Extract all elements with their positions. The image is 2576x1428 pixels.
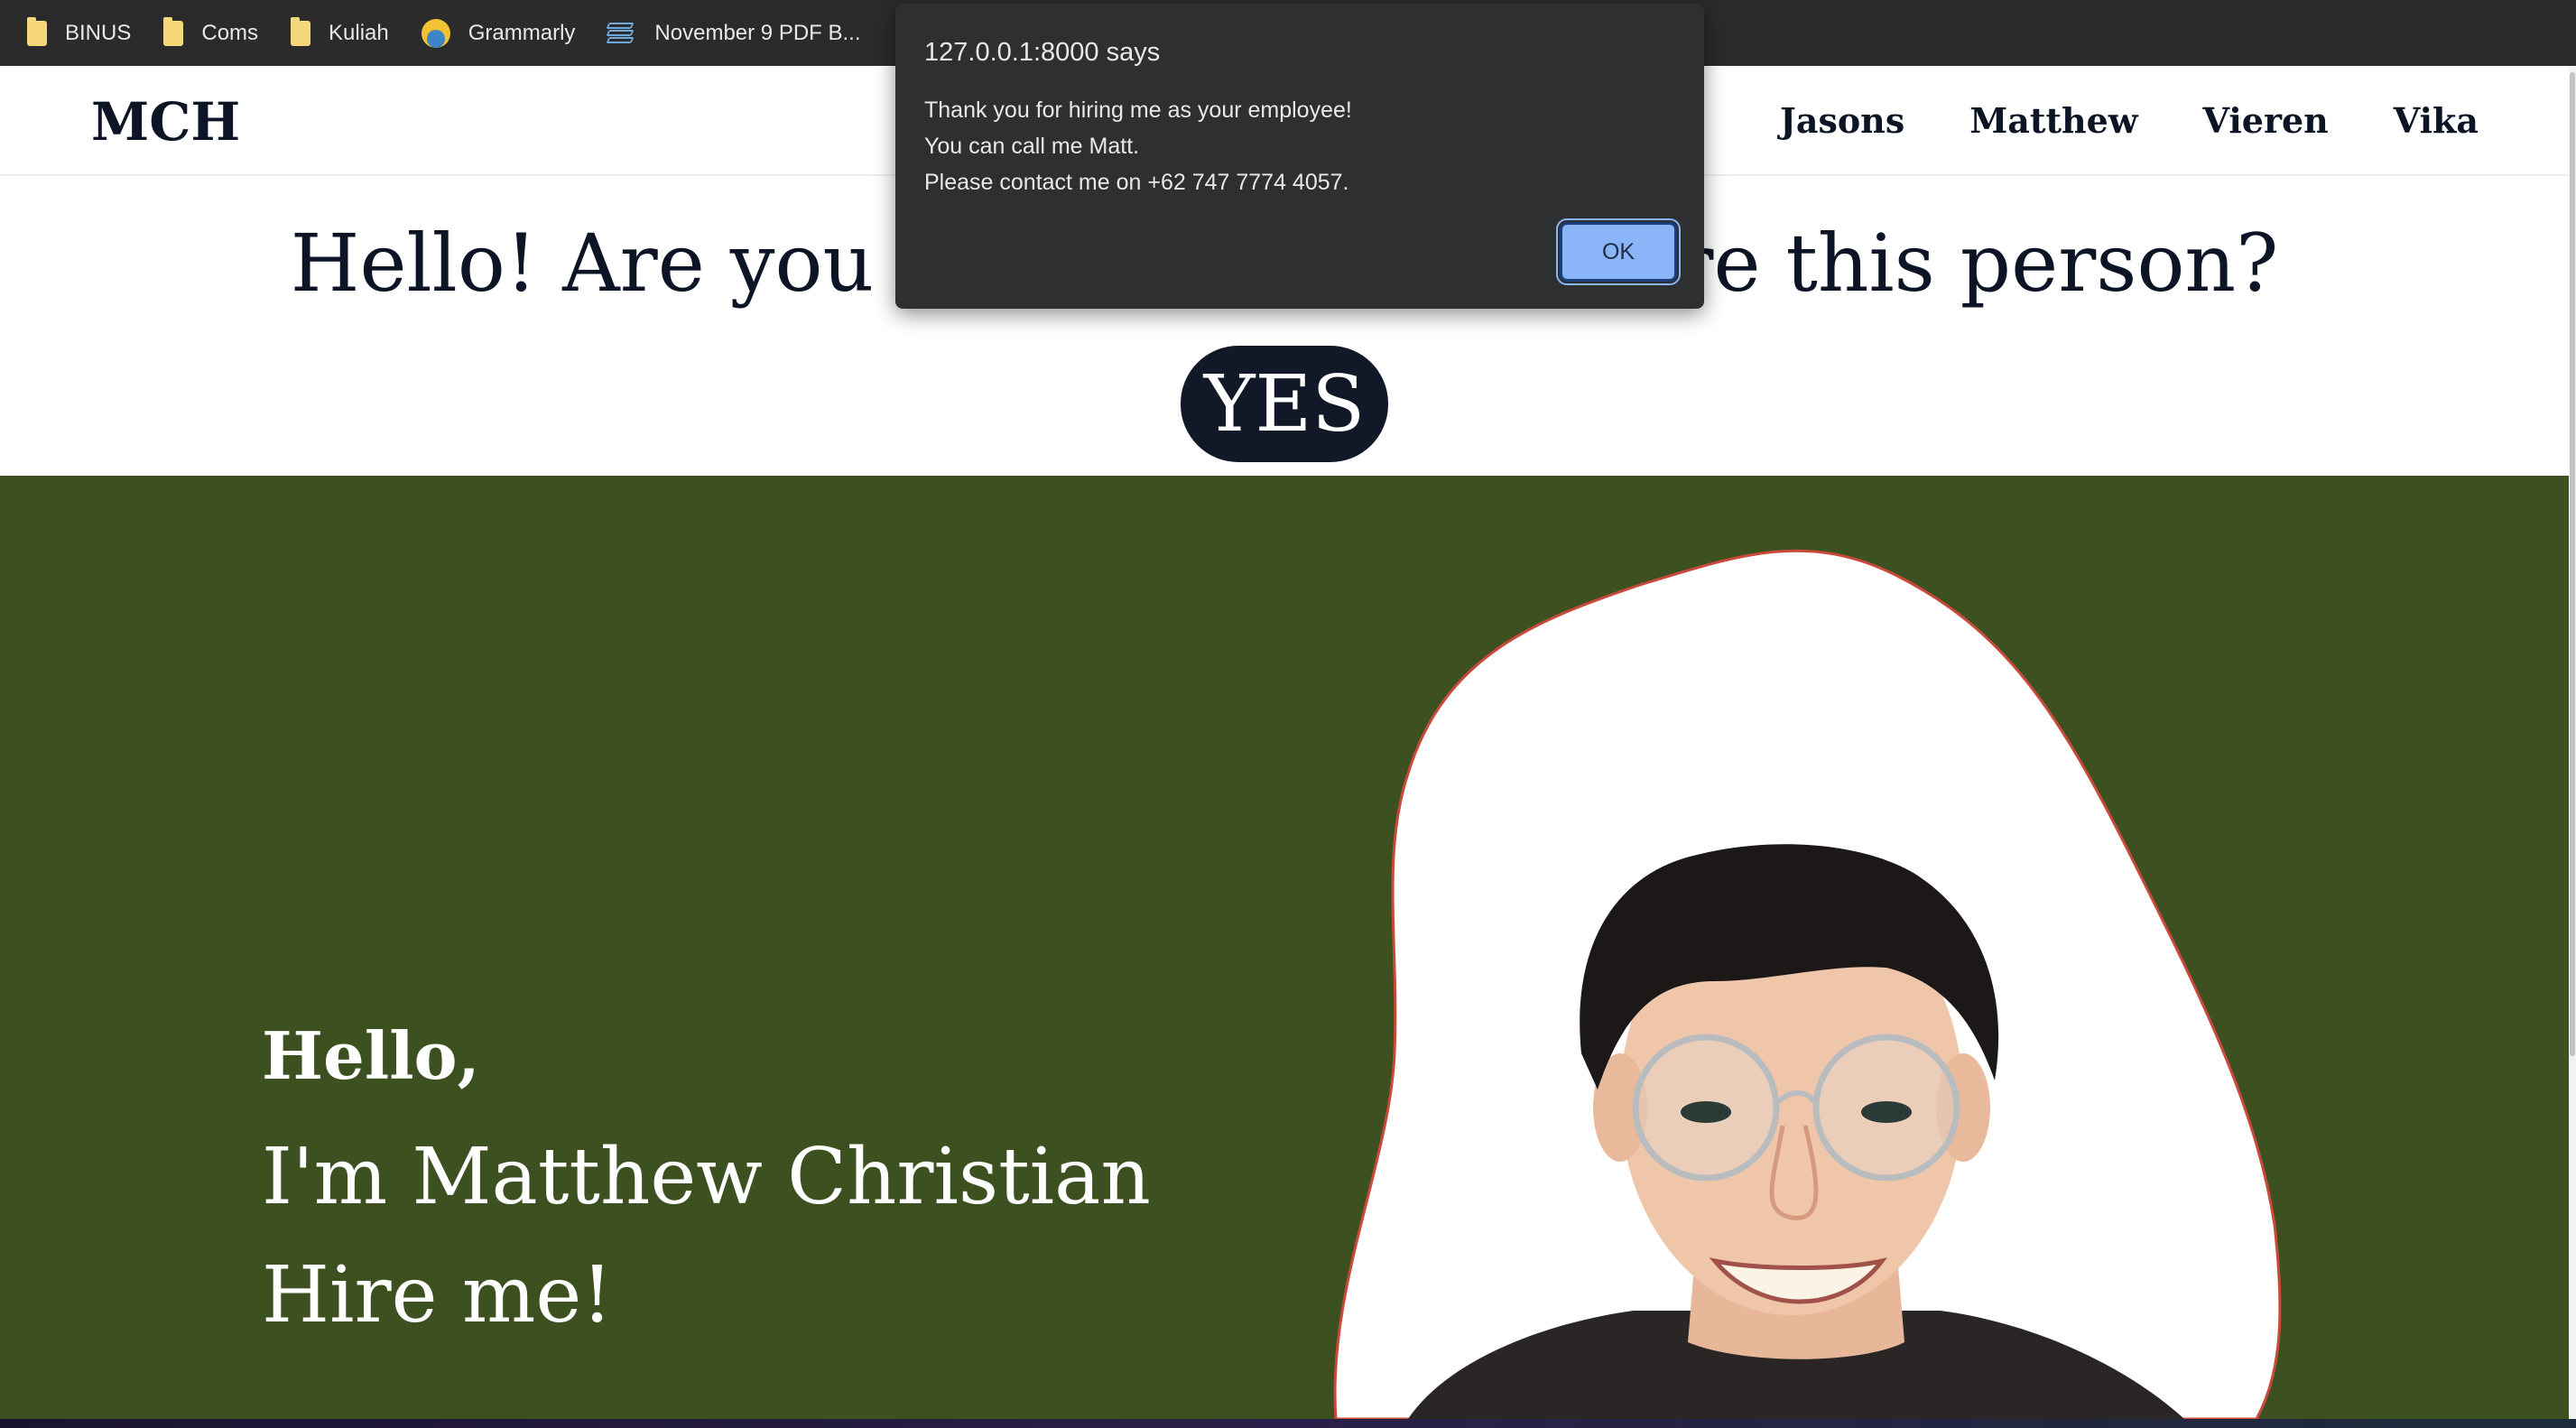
nav-link-vieren[interactable]: Vieren	[2203, 100, 2329, 141]
hero-cta: Hire me!	[262, 1250, 613, 1340]
dialog-title: 127.0.0.1:8000 says	[924, 38, 1161, 67]
dialog-line: Please contact me on +62 747 7774 4057.	[924, 170, 1349, 195]
alert-dialog: 127.0.0.1:8000 says Thank you for hiring…	[895, 4, 1704, 309]
nav-links: Jasons Matthew Vieren Vika	[1780, 100, 2479, 141]
folder-icon	[27, 16, 47, 46]
bookmark-label: Coms	[201, 20, 259, 45]
nav-link-matthew[interactable]: Matthew	[1969, 100, 2137, 141]
brand-logo[interactable]: MCH	[91, 91, 240, 153]
dialog-line: Thank you for hiring me as your employee…	[924, 97, 1352, 123]
bookmark-grammarly[interactable]: Grammarly	[421, 18, 576, 48]
bookmark-kuliah[interactable]: Kuliah	[291, 16, 389, 46]
scrollbar-thumb[interactable]	[2570, 72, 2575, 1056]
taskbar-edge	[0, 1419, 2576, 1428]
hero-name: I'm Matthew Christian	[262, 1132, 1151, 1222]
ok-button[interactable]: OK	[1556, 218, 1681, 285]
bookmark-label: BINUS	[65, 20, 132, 45]
bookmark-label: November 9 PDF B...	[654, 20, 861, 45]
hero-greeting: Hello,	[262, 1017, 480, 1094]
pdf-stack-icon	[606, 22, 635, 44]
nav-link-jasons[interactable]: Jasons	[1780, 100, 1904, 141]
bookmark-coms[interactable]: Coms	[163, 16, 259, 46]
folder-icon	[163, 16, 184, 46]
hero-section: Hello, I'm Matthew Christian Hire me!	[0, 476, 2569, 1419]
yes-button[interactable]: YES	[1181, 346, 1388, 462]
dialog-line: You can call me Matt.	[924, 134, 1140, 159]
nav-link-vika[interactable]: Vika	[2394, 100, 2479, 141]
bookmark-label: Kuliah	[329, 20, 389, 45]
grammarly-icon	[421, 18, 450, 48]
bookmark-label: Grammarly	[468, 20, 576, 45]
dialog-message: Thank you for hiring me as your employee…	[924, 92, 1352, 200]
folder-icon	[291, 16, 311, 46]
bookmark-binus[interactable]: BINUS	[27, 16, 132, 46]
bookmark-pdf[interactable]: November 9 PDF B...	[606, 20, 861, 46]
